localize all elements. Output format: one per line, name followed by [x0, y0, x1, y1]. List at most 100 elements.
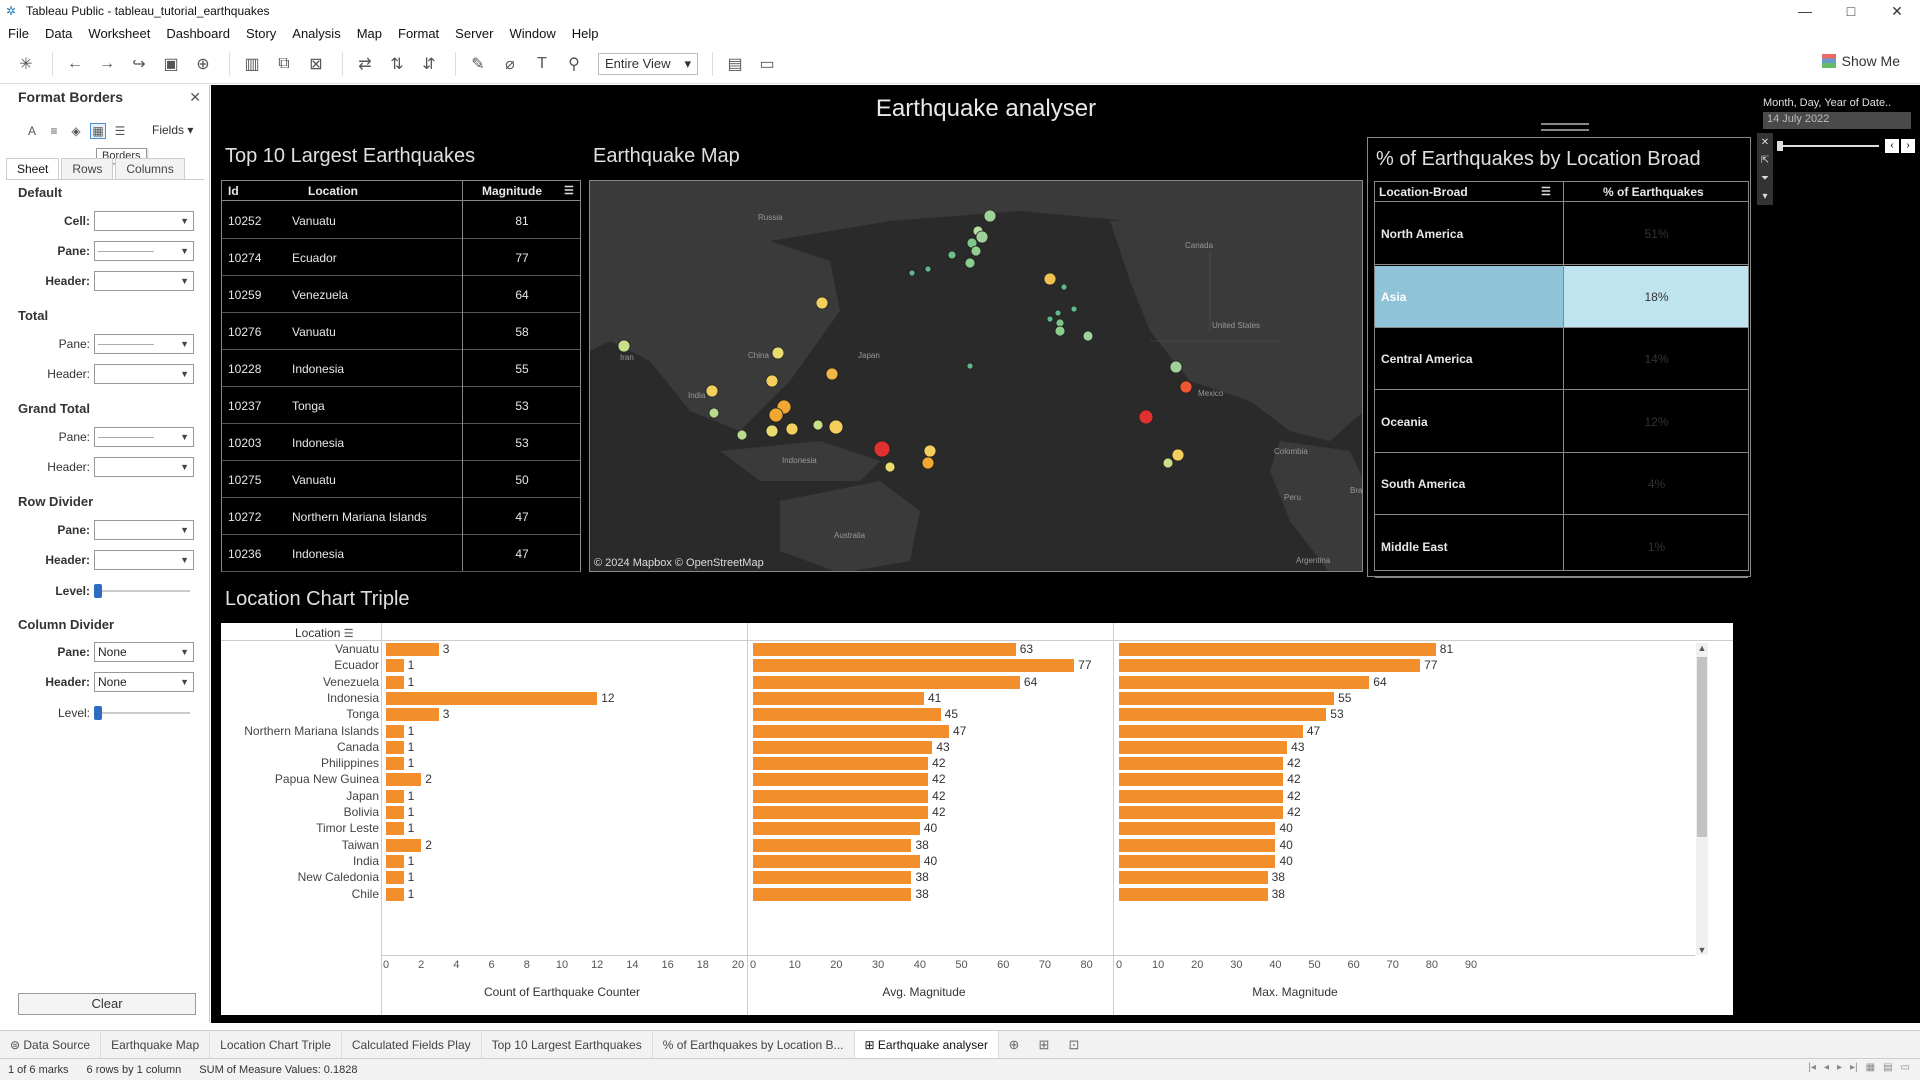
category-label[interactable]: Japan	[221, 789, 379, 803]
pct-sheet[interactable]: % of Earthquakes by Location Broad Locat…	[1367, 137, 1751, 578]
axis-title[interactable]: Count of Earthquake Counter	[484, 985, 640, 999]
undo-icon[interactable]: ←	[61, 50, 89, 78]
earthquake-marker[interactable]	[765, 374, 779, 388]
total-header-dropdown[interactable]: ▼	[94, 364, 194, 384]
earthquake-marker[interactable]	[617, 339, 631, 353]
bar[interactable]	[386, 871, 404, 885]
alignment-format-icon[interactable]: ≡	[46, 123, 62, 139]
table-row[interactable]: 10228 Indonesia 55	[222, 350, 580, 387]
scroll-thumb[interactable]	[1697, 657, 1707, 837]
earthquake-marker[interactable]	[1060, 283, 1068, 291]
bar[interactable]	[753, 789, 929, 803]
grand-total-pane-dropdown[interactable]: ▼	[94, 427, 194, 447]
tab-pct-location[interactable]: % of Earthquakes by Location B...	[653, 1030, 855, 1059]
category-label[interactable]: Vanuatu	[221, 642, 379, 656]
pct-table[interactable]: Location-Broad ☰ % of Earthquakes North …	[1374, 181, 1749, 578]
table-row[interactable]: Middle East 1%	[1375, 516, 1748, 578]
earthquake-marker[interactable]	[1171, 448, 1185, 462]
table-row[interactable]: 10259 Venezuela 64	[222, 276, 580, 313]
earthquake-marker[interactable]	[1162, 457, 1174, 469]
new-worksheet-icon[interactable]: ▥	[238, 50, 266, 78]
bar[interactable]	[386, 806, 404, 819]
menu-map[interactable]: Map	[349, 26, 390, 41]
sort-descending-icon[interactable]: ⇵	[415, 50, 443, 78]
fit-view-select[interactable]: Entire View ▾	[598, 52, 698, 75]
highlight-icon[interactable]: ✎	[464, 50, 492, 78]
earthquake-marker[interactable]	[1169, 360, 1183, 374]
pin-icon[interactable]: ⚲	[560, 50, 588, 78]
earthquake-marker[interactable]	[785, 422, 799, 436]
earthquake-map[interactable]: Russia Canada China Japan India Iran Uni…	[589, 180, 1363, 572]
bar[interactable]	[386, 691, 598, 705]
first-sheet-icon[interactable]: |◂	[1808, 1062, 1816, 1073]
save-icon[interactable]: ▣	[157, 50, 185, 78]
top10-table[interactable]: Id Location Magnitude ☰ 10252 Vanuatu 81 10…	[221, 180, 581, 572]
group-icon[interactable]: ⌀	[496, 50, 524, 78]
earthquake-marker[interactable]	[908, 269, 916, 277]
category-label[interactable]: Venezuela	[221, 675, 379, 689]
category-label[interactable]: Philippines	[221, 756, 379, 770]
labels-icon[interactable]: T	[528, 50, 556, 78]
category-label[interactable]: Chile	[221, 887, 379, 901]
show-sheet-sorter-icon[interactable]: ▦	[1866, 1062, 1875, 1073]
category-label[interactable]: Papua New Guinea	[221, 772, 379, 786]
clear-sheet-icon[interactable]: ⊠	[302, 50, 330, 78]
bar[interactable]	[1119, 757, 1284, 771]
col-header-magnitude[interactable]: Magnitude	[482, 184, 542, 198]
clear-button[interactable]: Clear	[18, 993, 196, 1015]
bar[interactable]	[386, 773, 422, 787]
grand-total-header-dropdown[interactable]: ▼	[94, 457, 194, 477]
sort-icon[interactable]: ☰	[1541, 185, 1551, 198]
menu-window[interactable]: Window	[501, 26, 563, 41]
earthquake-marker[interactable]	[1054, 325, 1066, 337]
bar[interactable]	[386, 643, 439, 656]
tab-location-chart-triple[interactable]: Location Chart Triple	[210, 1030, 342, 1059]
bar[interactable]	[753, 675, 1020, 689]
close-icon[interactable]: ✕	[189, 89, 201, 106]
tab-rows[interactable]: Rows	[61, 158, 114, 179]
earthquake-marker[interactable]	[1179, 380, 1193, 394]
total-pane-dropdown[interactable]: ▼	[94, 334, 194, 354]
earthquake-marker[interactable]	[1043, 272, 1057, 286]
earthquake-marker[interactable]	[1138, 409, 1154, 425]
bar[interactable]	[386, 838, 422, 852]
new-worksheet-icon[interactable]: ⊕	[999, 1037, 1029, 1053]
show-filmstrip-icon[interactable]: ▤	[1883, 1062, 1892, 1073]
category-label[interactable]: Timor Leste	[221, 821, 379, 835]
menu-file[interactable]: File	[0, 26, 37, 41]
earthquake-marker[interactable]	[923, 444, 937, 458]
scroll-up-icon[interactable]: ▲	[1696, 643, 1708, 653]
earthquake-marker[interactable]	[1070, 305, 1078, 313]
bar[interactable]	[753, 724, 950, 738]
vertical-scrollbar[interactable]: ▲ ▼	[1696, 643, 1708, 955]
tab-data-source[interactable]: ⊜ Data Source	[0, 1030, 102, 1059]
bar[interactable]	[1119, 854, 1276, 868]
bar[interactable]	[1119, 740, 1288, 754]
bar[interactable]	[1119, 822, 1276, 836]
menu-analysis[interactable]: Analysis	[284, 26, 348, 41]
slider-handle[interactable]	[94, 584, 102, 598]
table-row[interactable]: 10237 Tonga 53	[222, 387, 580, 424]
bar[interactable]	[1119, 838, 1276, 852]
location-chart-triple[interactable]: Location ☰ Vanuatu Ecuador Venezuela Indone…	[221, 623, 1733, 1015]
earthquake-marker[interactable]	[815, 296, 829, 310]
bar[interactable]	[1119, 724, 1303, 738]
bar[interactable]	[753, 659, 1075, 673]
tab-sheet[interactable]: Sheet	[6, 158, 60, 179]
earthquake-marker[interactable]	[947, 250, 957, 260]
bar[interactable]	[753, 838, 912, 852]
default-header-dropdown[interactable]: ▼	[94, 271, 194, 291]
bar[interactable]	[1119, 871, 1268, 885]
shading-format-icon[interactable]: ◈	[68, 123, 84, 139]
earthquake-marker[interactable]	[1054, 309, 1062, 317]
bar[interactable]	[753, 806, 929, 819]
table-row[interactable]: 10274 Ecuador 77	[222, 239, 580, 276]
row-divider-header-dropdown[interactable]: ▼	[94, 550, 194, 570]
earthquake-marker[interactable]	[983, 209, 997, 223]
category-label[interactable]: Bolivia	[221, 805, 379, 819]
earthquake-marker[interactable]	[884, 461, 896, 473]
default-pane-dropdown[interactable]: ▼	[94, 241, 194, 261]
bar[interactable]	[386, 854, 404, 868]
borders-format-icon[interactable]: ▦	[90, 123, 106, 139]
date-filter-input[interactable]: 14 July 2022	[1763, 112, 1911, 129]
